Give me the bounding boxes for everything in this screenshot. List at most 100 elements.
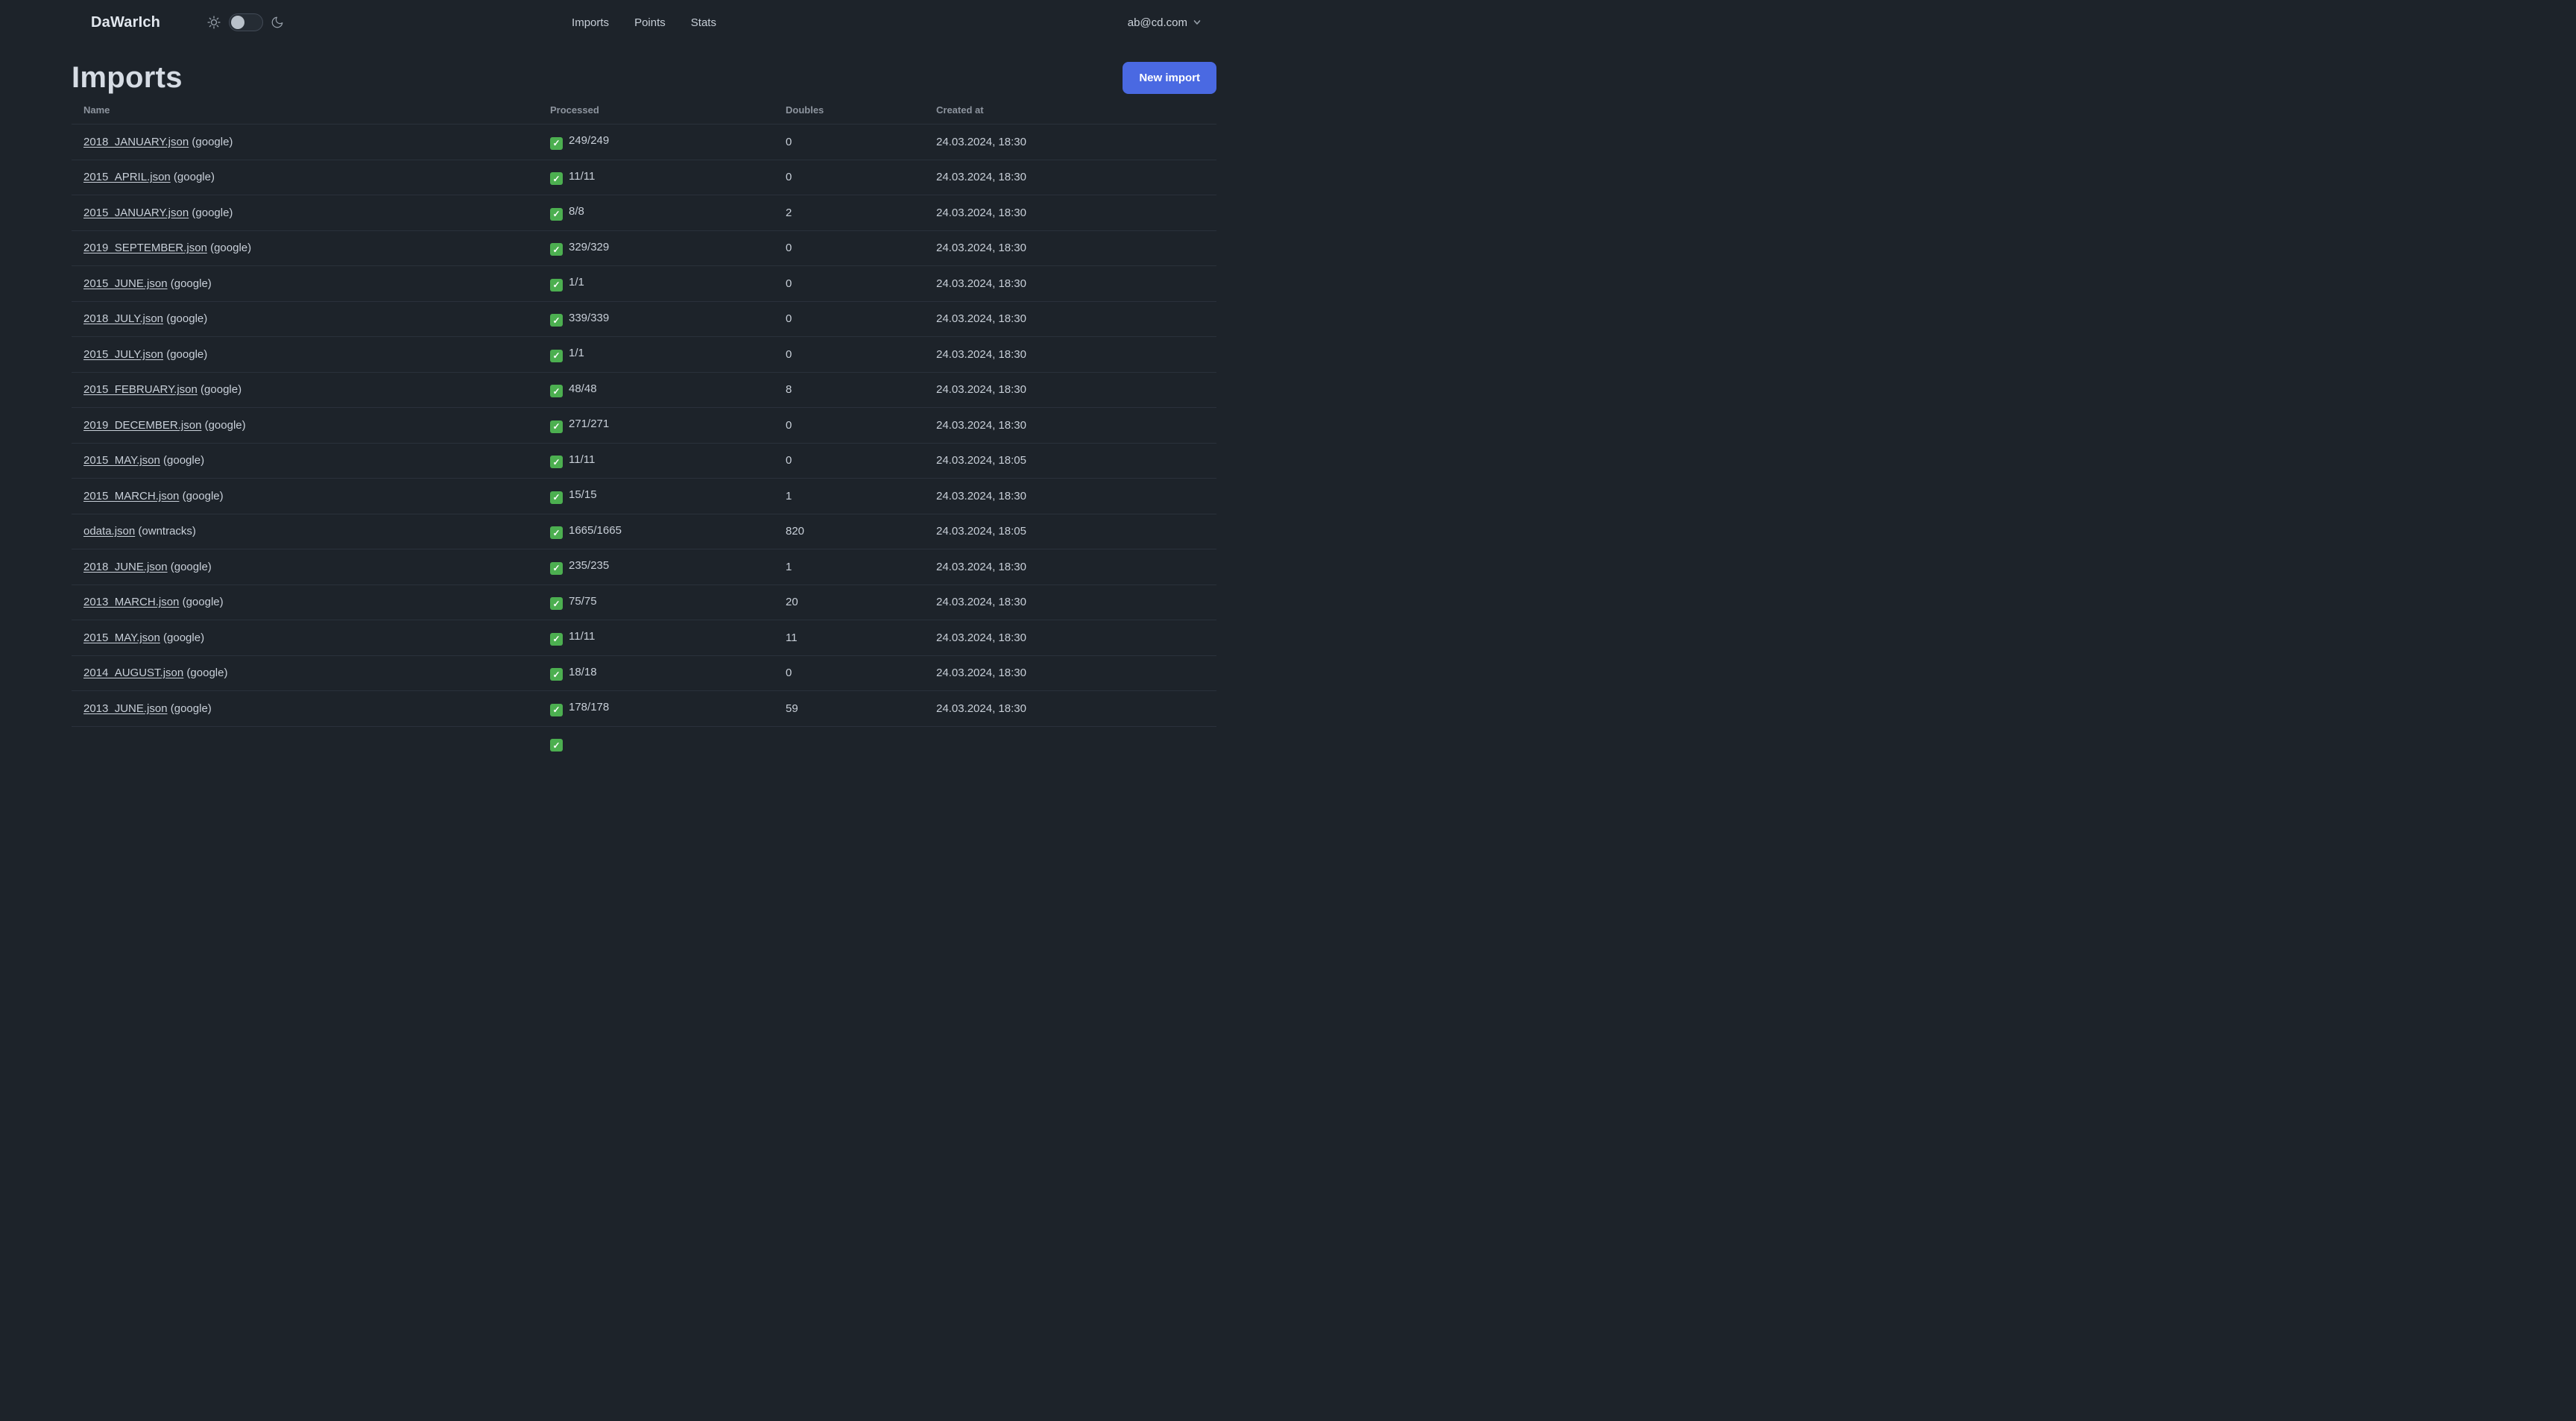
app-logo[interactable]: DaWarIch (91, 14, 160, 31)
processed-count: 15/15 (569, 488, 597, 501)
column-header-doubles: Doubles (786, 104, 824, 116)
success-check-icon: ✓ (550, 456, 563, 468)
processed-count: 249/249 (569, 134, 610, 147)
import-source-label: (google) (163, 454, 205, 467)
import-file-link[interactable]: 2015_FEBRUARY.json (83, 383, 198, 396)
table-row: 2015_FEBRUARY.json (google) ✓ 48/48 8 24.… (72, 371, 1216, 408)
import-source-label: (google) (182, 489, 224, 502)
table-row: 2015_APRIL.json (google) ✓ 11/11 0 24.03.… (72, 159, 1216, 195)
import-file-link[interactable]: 2015_JANUARY.json (83, 207, 189, 219)
processed-count: 11/11 (569, 453, 596, 466)
import-source-label: (google) (166, 312, 208, 326)
processed-count: 339/339 (569, 311, 610, 324)
processed-cell: ✓ 1/1 (538, 265, 774, 301)
doubles-cell: 2 (774, 195, 924, 230)
name-cell: 2015_APRIL.json (google) (72, 159, 538, 195)
import-file-link[interactable]: 2015_MAY.json (83, 631, 160, 644)
table-row: 2019_DECEMBER.json (google) ✓ 271/271 0 2… (72, 407, 1216, 443)
created-at-cell: 24.03.2024, 18:30 (924, 159, 1216, 195)
import-file-link[interactable]: 2019_SEPTEMBER.json (83, 242, 207, 254)
import-file-link[interactable]: odata.json (83, 525, 135, 538)
import-file-link[interactable]: 2015_JUNE.json (83, 277, 168, 290)
doubles-cell: 820 (774, 513, 924, 549)
created-at-cell: 24.03.2024, 18:30 (924, 478, 1216, 514)
created-at-cell: 24.03.2024, 18:30 (924, 549, 1216, 585)
doubles-cell: 20 (774, 584, 924, 620)
name-cell: 2018_JANUARY.json (google) (72, 124, 538, 160)
success-check-icon: ✓ (550, 314, 563, 327)
success-check-icon: ✓ (550, 385, 563, 397)
import-source-label: (google) (170, 277, 212, 290)
theme-toggle-group (206, 13, 284, 31)
doubles-cell: 0 (774, 159, 924, 195)
table-row: ✓ (72, 725, 1216, 761)
table-row: 2018_JUNE.json (google) ✓ 235/235 1 24.03… (72, 549, 1216, 585)
nav-points[interactable]: Points (634, 16, 666, 29)
created-at-cell: 24.03.2024, 18:30 (924, 690, 1216, 726)
import-file-link[interactable]: 2013_MARCH.json (83, 596, 179, 608)
imports-table: Name Processed Doubles Created at 2018_J… (72, 100, 1216, 761)
import-file-link[interactable]: 2013_JUNE.json (83, 702, 168, 715)
table-row: 2019_SEPTEMBER.json (google) ✓ 329/329 0 … (72, 230, 1216, 266)
success-check-icon: ✓ (550, 243, 563, 256)
import-file-link[interactable]: 2019_DECEMBER.json (83, 419, 201, 432)
name-cell: 2018_JULY.json (google) (72, 300, 538, 337)
page-head: Imports New import (72, 60, 1216, 95)
doubles-cell (774, 725, 924, 761)
nav-stats[interactable]: Stats (691, 16, 716, 29)
created-at-cell: 24.03.2024, 18:30 (924, 336, 1216, 372)
import-file-link[interactable]: 2015_APRIL.json (83, 171, 171, 183)
processed-cell: ✓ 11/11 (538, 159, 774, 195)
processed-cell: ✓ 8/8 (538, 195, 774, 230)
import-file-link[interactable]: 2018_JULY.json (83, 312, 163, 325)
success-check-icon: ✓ (550, 349, 563, 362)
import-file-link[interactable]: 2015_JULY.json (83, 348, 163, 361)
processed-cell: ✓ 271/271 (538, 407, 774, 443)
import-source-label: (google) (173, 171, 215, 184)
import-file-link[interactable]: 2015_MARCH.json (83, 490, 179, 502)
success-check-icon: ✓ (550, 668, 563, 681)
column-header-name: Name (83, 104, 110, 116)
import-file-link[interactable]: 2018_JUNE.json (83, 561, 168, 573)
success-check-icon: ✓ (550, 172, 563, 185)
doubles-cell: 0 (774, 407, 924, 443)
doubles-cell: 0 (774, 300, 924, 337)
name-cell (72, 725, 538, 761)
doubles-cell: 1 (774, 478, 924, 514)
table-row: 2015_JULY.json (google) ✓ 1/1 0 24.03.202… (72, 336, 1216, 372)
processed-count: 178/178 (569, 701, 610, 713)
processed-count: 11/11 (569, 169, 596, 183)
name-cell: 2015_FEBRUARY.json (google) (72, 371, 538, 408)
import-file-link[interactable]: 2014_AUGUST.json (83, 667, 183, 679)
doubles-cell: 11 (774, 620, 924, 655)
doubles-cell: 0 (774, 124, 924, 160)
import-source-label: (google) (186, 667, 228, 680)
nav-imports[interactable]: Imports (572, 16, 609, 29)
processed-count: 1/1 (569, 276, 584, 289)
import-file-link[interactable]: 2018_JANUARY.json (83, 136, 189, 148)
name-cell: 2018_JUNE.json (google) (72, 549, 538, 585)
created-at-cell: 24.03.2024, 18:30 (924, 230, 1216, 266)
name-cell: 2013_JUNE.json (google) (72, 690, 538, 726)
name-cell: 2015_MAY.json (google) (72, 620, 538, 655)
success-check-icon: ✓ (550, 632, 563, 646)
processed-count: 271/271 (569, 418, 610, 430)
imports-table-head: Name Processed Doubles Created at (72, 100, 1216, 125)
import-source-label: (google) (166, 347, 208, 361)
table-row: 2015_JUNE.json (google) ✓ 1/1 0 24.03.202… (72, 265, 1216, 301)
import-source-label: (google) (163, 631, 205, 644)
table-row: 2013_JUNE.json (google) ✓ 178/178 59 24.0… (72, 690, 1216, 726)
doubles-cell: 8 (774, 371, 924, 408)
theme-switch[interactable] (229, 13, 264, 31)
import-source-label: (google) (210, 242, 252, 255)
processed-cell: ✓ 235/235 (538, 549, 774, 585)
import-file-link[interactable]: 2015_MAY.json (83, 454, 160, 467)
new-import-button[interactable]: New import (1123, 61, 1216, 94)
created-at-cell: 24.03.2024, 18:05 (924, 442, 1216, 479)
account-menu[interactable]: ab@cd.com (1128, 16, 1202, 29)
success-check-icon: ✓ (550, 739, 563, 752)
name-cell: 2015_JUNE.json (google) (72, 265, 538, 301)
processed-count: 75/75 (569, 594, 597, 608)
processed-count: 18/18 (569, 665, 597, 678)
created-at-cell: 24.03.2024, 18:30 (924, 620, 1216, 655)
